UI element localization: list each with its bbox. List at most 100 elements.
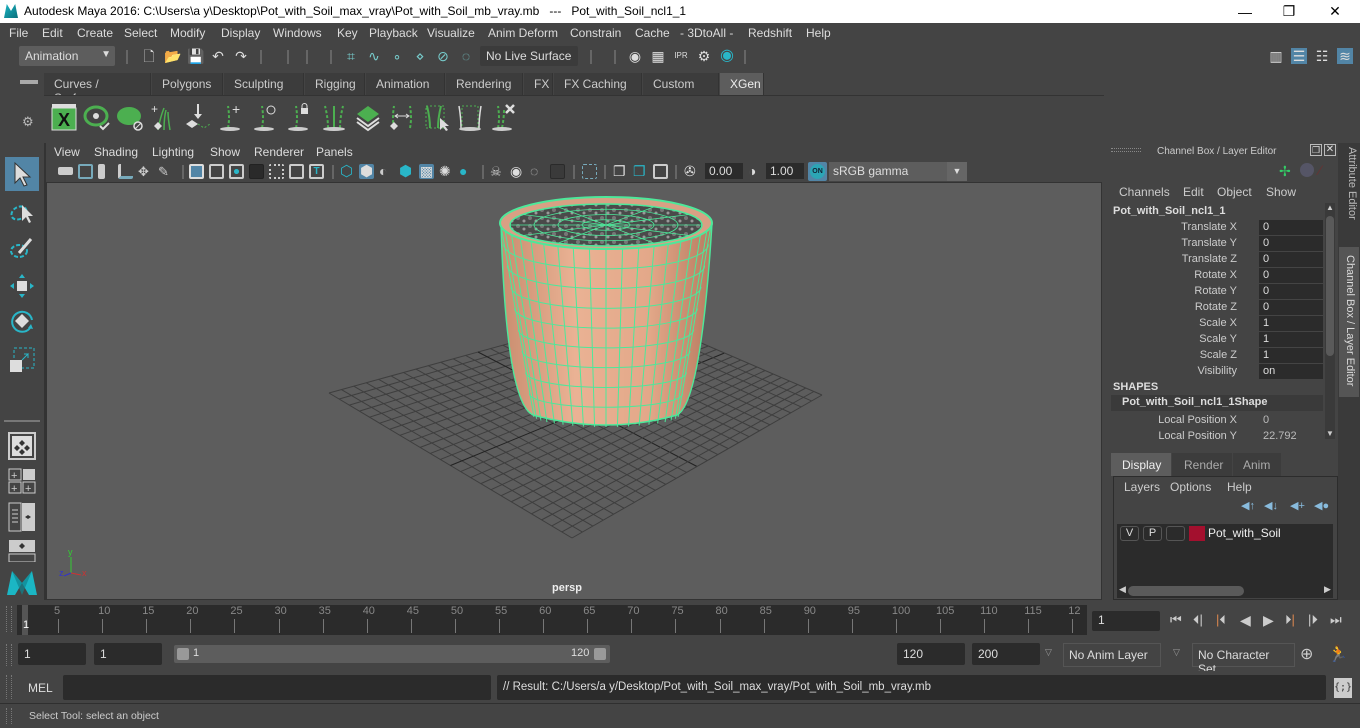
anim-layer-dropdown[interactable]: No Anim Layer: [1063, 643, 1161, 667]
menu-constrain[interactable]: Constrain: [570, 26, 621, 40]
xgen-select-guide-icon[interactable]: [422, 102, 450, 132]
xgen-lock-guide-icon[interactable]: [286, 102, 314, 132]
attribute-label[interactable]: Local Position X: [1158, 414, 1237, 426]
animation-preferences-icon[interactable]: 🏃: [1328, 644, 1348, 664]
attribute-value[interactable]: 0: [1259, 220, 1323, 235]
shelf-settings-gear-icon[interactable]: ⚙: [22, 114, 34, 130]
drag-handle[interactable]: [1111, 148, 1141, 152]
redo-icon[interactable]: ↷: [233, 48, 249, 64]
anim-layer-chevron-icon[interactable]: ▽: [1045, 647, 1052, 658]
attribute-label[interactable]: Visibility: [1197, 365, 1237, 377]
safe-title-icon[interactable]: T: [309, 164, 324, 179]
cb-menu-object[interactable]: Object: [1217, 185, 1252, 199]
xray-icon[interactable]: ☠: [490, 164, 505, 179]
shelf-tab-fx-caching[interactable]: FX Caching: [554, 73, 642, 95]
2d-pan-zoom-icon[interactable]: ✥: [138, 164, 153, 179]
new-scene-icon[interactable]: 🗋: [141, 48, 157, 64]
hypershade-icon[interactable]: ◉: [719, 48, 735, 64]
menu-3dtoall[interactable]: - 3DtoAll -: [680, 26, 733, 40]
animation-start-field[interactable]: 1: [18, 643, 86, 665]
attribute-row[interactable]: Translate X 0: [1107, 220, 1329, 236]
layer-menu-layers[interactable]: Layers: [1124, 480, 1160, 494]
cb-menu-show[interactable]: Show: [1266, 185, 1296, 199]
attribute-row[interactable]: Rotate X 0: [1107, 268, 1329, 284]
range-slider[interactable]: 1 120: [174, 645, 610, 663]
shelf-tab-sculpting[interactable]: Sculpting: [224, 73, 304, 95]
render-view-icon[interactable]: ◉: [627, 48, 643, 64]
range-end-handle[interactable]: [594, 648, 606, 660]
shape-attribute-row[interactable]: Local Position X 0: [1107, 413, 1329, 429]
scroll-thumb[interactable]: [1326, 216, 1334, 356]
xgen-add-guides-icon[interactable]: +: [150, 102, 178, 132]
menu-cache[interactable]: Cache: [635, 26, 670, 40]
range-start-handle[interactable]: [177, 648, 189, 660]
render-settings-icon[interactable]: ⚙: [696, 48, 712, 64]
wireframe-icon[interactable]: ⬡: [340, 164, 355, 179]
perspective-viewport[interactable]: y x z persp: [46, 182, 1102, 600]
go-to-end-icon[interactable]: ⏭: [1330, 612, 1342, 628]
hud-icon[interactable]: ❐: [633, 164, 648, 179]
manipulator-axis-icon[interactable]: ✢: [1279, 163, 1291, 180]
menu-help[interactable]: Help: [806, 26, 831, 40]
shelf-tab-rigging[interactable]: Rigging: [305, 73, 365, 95]
safe-action-icon[interactable]: [289, 164, 304, 179]
attribute-value[interactable]: 0: [1259, 252, 1323, 267]
layer-hscrollbar[interactable]: ◀ ▶: [1117, 584, 1333, 598]
paint-select-tool-icon[interactable]: [5, 231, 39, 265]
attribute-row[interactable]: Rotate Y 0: [1107, 284, 1329, 300]
object-name[interactable]: Pot_with_Soil_ncl1_1: [1113, 205, 1225, 217]
wireframe-on-shaded-icon[interactable]: ⬢: [399, 164, 414, 179]
attribute-label[interactable]: Scale Z: [1200, 349, 1237, 361]
attribute-value[interactable]: 0: [1259, 284, 1323, 299]
xgen-window-icon[interactable]: X: [50, 102, 78, 132]
shape-name-row[interactable]: Pot_with_Soil_ncl1_1Shape: [1111, 395, 1323, 411]
minimize-button[interactable]: —: [1222, 0, 1268, 23]
outliner-persp-layout-icon[interactable]: [5, 500, 39, 534]
color-space-dropdown[interactable]: sRGB gamma ▼: [829, 162, 967, 181]
menu-create[interactable]: Create: [77, 26, 113, 40]
attribute-label[interactable]: Scale Y: [1199, 333, 1237, 345]
vp-menu-panels[interactable]: Panels: [316, 145, 353, 159]
move-layer-down-icon[interactable]: ◀↓: [1264, 499, 1278, 512]
scroll-right-icon[interactable]: ▶: [1324, 584, 1331, 595]
layer-playback-toggle[interactable]: P: [1143, 526, 1162, 541]
xgen-tile-icon[interactable]: [354, 102, 382, 132]
step-forward-frame-icon[interactable]: |⏵: [1308, 612, 1318, 628]
shelf-tab-polygons[interactable]: Polygons: [152, 73, 223, 95]
tab-attribute-editor[interactable]: Attribute Editor: [1340, 147, 1358, 237]
character-set-dropdown[interactable]: No Character Set: [1192, 643, 1295, 676]
camera-attributes-icon[interactable]: [78, 164, 93, 179]
exposure-icon[interactable]: ✇: [684, 164, 699, 179]
use-all-lights-icon[interactable]: ✺: [439, 164, 454, 179]
vp-menu-show[interactable]: Show: [210, 145, 240, 159]
undo-icon[interactable]: ↶: [210, 48, 226, 64]
snap-curve-icon[interactable]: ∿: [366, 48, 382, 64]
modeling-toolkit-icon[interactable]: ▥: [1268, 48, 1284, 64]
auto-key-icon[interactable]: ⊕: [1300, 644, 1313, 664]
ambient-occlusion-icon[interactable]: ◉: [510, 164, 525, 179]
attribute-label[interactable]: Scale X: [1199, 317, 1237, 329]
close-button[interactable]: ✕: [1312, 0, 1358, 23]
exposure-field[interactable]: 0.00: [705, 163, 743, 179]
step-back-frame-icon[interactable]: ⏴|: [1193, 612, 1203, 628]
move-layer-up-icon[interactable]: ◀↑: [1241, 499, 1255, 512]
default-material-icon[interactable]: ◐: [379, 164, 394, 179]
snap-view-plane-icon[interactable]: ⋄: [412, 48, 428, 64]
layer-tab-display[interactable]: Display: [1111, 453, 1171, 476]
camera-select-icon[interactable]: [58, 167, 73, 175]
ipr-render-icon[interactable]: IPR: [673, 48, 689, 64]
grid-toggle-icon[interactable]: [189, 164, 204, 179]
attribute-value[interactable]: 22.792: [1259, 429, 1323, 444]
scroll-left-icon[interactable]: ◀: [1119, 584, 1126, 595]
resolution-gate-icon[interactable]: [229, 164, 244, 179]
live-surface-field[interactable]: No Live Surface: [480, 46, 578, 66]
layer-tab-anim[interactable]: Anim: [1233, 453, 1281, 476]
menu-visualize[interactable]: Visualize: [427, 26, 475, 40]
xgen-add-guide-icon[interactable]: +: [218, 101, 246, 132]
menu-file[interactable]: File: [9, 26, 28, 40]
menu-select[interactable]: Select: [124, 26, 157, 40]
attribute-value[interactable]: 0: [1259, 268, 1323, 283]
menu-modify[interactable]: Modify: [170, 26, 205, 40]
gamma-field[interactable]: 1.00: [766, 163, 804, 179]
layer-color-swatch[interactable]: [1189, 526, 1205, 541]
